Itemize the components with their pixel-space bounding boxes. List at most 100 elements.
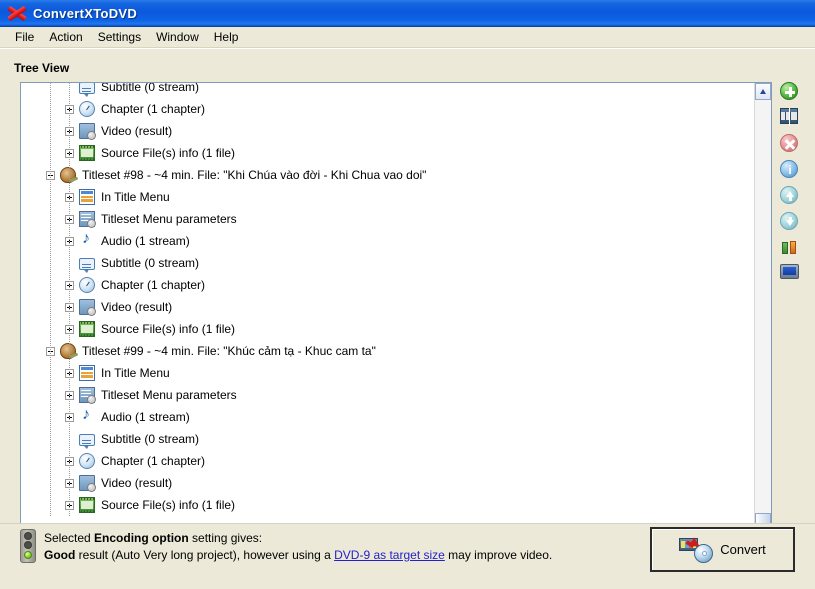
titleset-icon [60, 167, 76, 183]
clock-icon [79, 101, 95, 117]
tree-row[interactable]: Video (result) [21, 472, 755, 494]
status-line1-suffix: setting gives: [188, 531, 263, 545]
tree-row-label: Titleset Menu parameters [101, 212, 237, 226]
tree-row-label: Titleset #98 - ~4 min. File: "Khi Chúa v… [82, 168, 427, 182]
menu-params-icon [79, 211, 96, 228]
status-line1-bold: Encoding option [94, 531, 189, 545]
move-up-button[interactable] [780, 186, 800, 206]
source-file-icon [79, 321, 95, 337]
window-titlebar: ConvertXToDVD [0, 0, 815, 27]
title-menu-icon [79, 365, 95, 381]
tree-view[interactable]: Subtitle (0 stream) Chapter (1 chapter) Vi… [20, 82, 772, 565]
tree-row-label: Titleset Menu parameters [101, 388, 237, 402]
tree-row-label: Subtitle (0 stream) [101, 82, 200, 94]
tree-row-label: Source File(s) info (1 file) [101, 498, 236, 512]
status-line-1: Selected Encoding option setting gives: [44, 530, 552, 547]
convert-button-label: Convert [720, 542, 766, 557]
source-file-icon [79, 497, 95, 513]
tree-row-label: In Title Menu [101, 190, 170, 204]
menu-settings[interactable]: Settings [91, 28, 149, 46]
menu-action[interactable]: Action [42, 28, 90, 46]
add-title-button[interactable] [780, 82, 800, 102]
audio-icon [79, 406, 95, 425]
tree-row[interactable]: Subtitle (0 stream) [21, 428, 755, 450]
tree-row-label: Video (result) [101, 300, 173, 314]
tree-row-label: Video (result) [101, 476, 173, 490]
title-menu-icon [79, 189, 95, 205]
tree-row-label: Source File(s) info (1 file) [101, 322, 236, 336]
tree-row[interactable]: Chapter (1 chapter) [21, 274, 755, 296]
client-area: Tree View Subtitle (0 stream) Chapter (1 … [0, 49, 815, 589]
tree-row[interactable]: In Title Menu [21, 362, 755, 384]
tree-row-label: Titleset #99 - ~4 min. File: "Khúc cảm t… [82, 344, 376, 358]
traffic-light-green-icon [20, 529, 36, 563]
move-up-icon [780, 186, 798, 204]
source-file-icon [79, 145, 95, 161]
chevron-up-icon [760, 89, 766, 94]
status-line2-mid: result (Auto Very long project), however… [75, 548, 335, 562]
film-to-disc-icon [679, 536, 714, 563]
subtitle-icon [79, 83, 95, 97]
tree-row[interactable]: Subtitle (0 stream) [21, 82, 755, 98]
tree-side-toolbar: i [780, 82, 806, 290]
status-line1-prefix: Selected [44, 531, 95, 545]
dvd9-target-size-link[interactable]: DVD-9 as target size [334, 548, 445, 562]
split-title-button[interactable] [780, 108, 800, 128]
video-icon [79, 475, 96, 492]
tree-row-label: Source File(s) info (1 file) [101, 146, 236, 160]
tree-row-label: Subtitle (0 stream) [101, 432, 200, 446]
clock-icon [79, 453, 95, 469]
tree-row[interactable]: Titleset Menu parameters [21, 208, 755, 230]
move-down-button[interactable] [780, 212, 800, 232]
preview-button[interactable] [780, 264, 800, 284]
tree-row[interactable]: Video (result) [21, 296, 755, 318]
title-info-button[interactable]: i [780, 160, 800, 180]
tree-row-label: Chapter (1 chapter) [101, 454, 206, 468]
video-icon [79, 299, 96, 316]
remove-title-button[interactable] [780, 134, 800, 154]
video-icon [79, 123, 96, 140]
subtitle-icon [79, 433, 95, 449]
status-message: Selected Encoding option setting gives: … [44, 530, 552, 564]
window-title: ConvertXToDVD [33, 5, 138, 21]
remove-title-icon [780, 134, 798, 152]
tree-row[interactable]: Titleset #98 - ~4 min. File: "Khi Chúa v… [21, 164, 755, 186]
tree-row[interactable]: Source File(s) info (1 file) [21, 318, 755, 340]
tree-row[interactable]: Video (result) [21, 120, 755, 142]
preview-screen-icon [780, 264, 799, 279]
tree-row[interactable]: Chapter (1 chapter) [21, 98, 755, 120]
tree-row[interactable]: Chapter (1 chapter) [21, 450, 755, 472]
tree-row[interactable]: In Title Menu [21, 186, 755, 208]
tree-row[interactable]: Subtitle (0 stream) [21, 252, 755, 274]
tree-row-label: Chapter (1 chapter) [101, 102, 206, 116]
tree-row[interactable]: Titleset #99 - ~4 min. File: "Khúc cảm t… [21, 340, 755, 362]
tree-row[interactable]: Audio (1 stream) [21, 406, 755, 428]
tree-row[interactable]: Source File(s) info (1 file) [21, 494, 755, 516]
menu-file[interactable]: File [8, 28, 42, 46]
tree-guide-line [50, 83, 51, 516]
tree-row-label: Audio (1 stream) [101, 234, 190, 248]
status-line2-end: may improve video. [444, 548, 553, 562]
tree-row-label: Audio (1 stream) [101, 410, 190, 424]
scroll-up-button[interactable] [755, 83, 771, 100]
subtitle-icon [79, 257, 95, 273]
panel-title-tree-view: Tree View [14, 61, 70, 75]
menu-params-icon [79, 387, 96, 404]
tree-rows-container: Subtitle (0 stream) Chapter (1 chapter) Vi… [21, 82, 755, 516]
tree-row[interactable]: Titleset Menu parameters [21, 384, 755, 406]
menu-window[interactable]: Window [149, 28, 207, 46]
menubar: File Action Settings Window Help [0, 27, 815, 48]
convert-button[interactable]: Convert [650, 527, 795, 572]
status-line-2: Good result (Auto Very long project), ho… [44, 547, 552, 564]
info-icon: i [780, 160, 798, 178]
tree-row[interactable]: Audio (1 stream) [21, 230, 755, 252]
audio-icon [79, 230, 95, 249]
add-title-icon [780, 82, 798, 100]
tree-row[interactable]: Source File(s) info (1 file) [21, 142, 755, 164]
edit-tools-button[interactable] [780, 238, 800, 258]
tree-row-label: Chapter (1 chapter) [101, 278, 206, 292]
move-down-icon [780, 212, 798, 230]
menu-help[interactable]: Help [207, 28, 247, 46]
tree-vertical-scrollbar[interactable] [754, 83, 771, 564]
tree-row-label: Subtitle (0 stream) [101, 256, 200, 270]
